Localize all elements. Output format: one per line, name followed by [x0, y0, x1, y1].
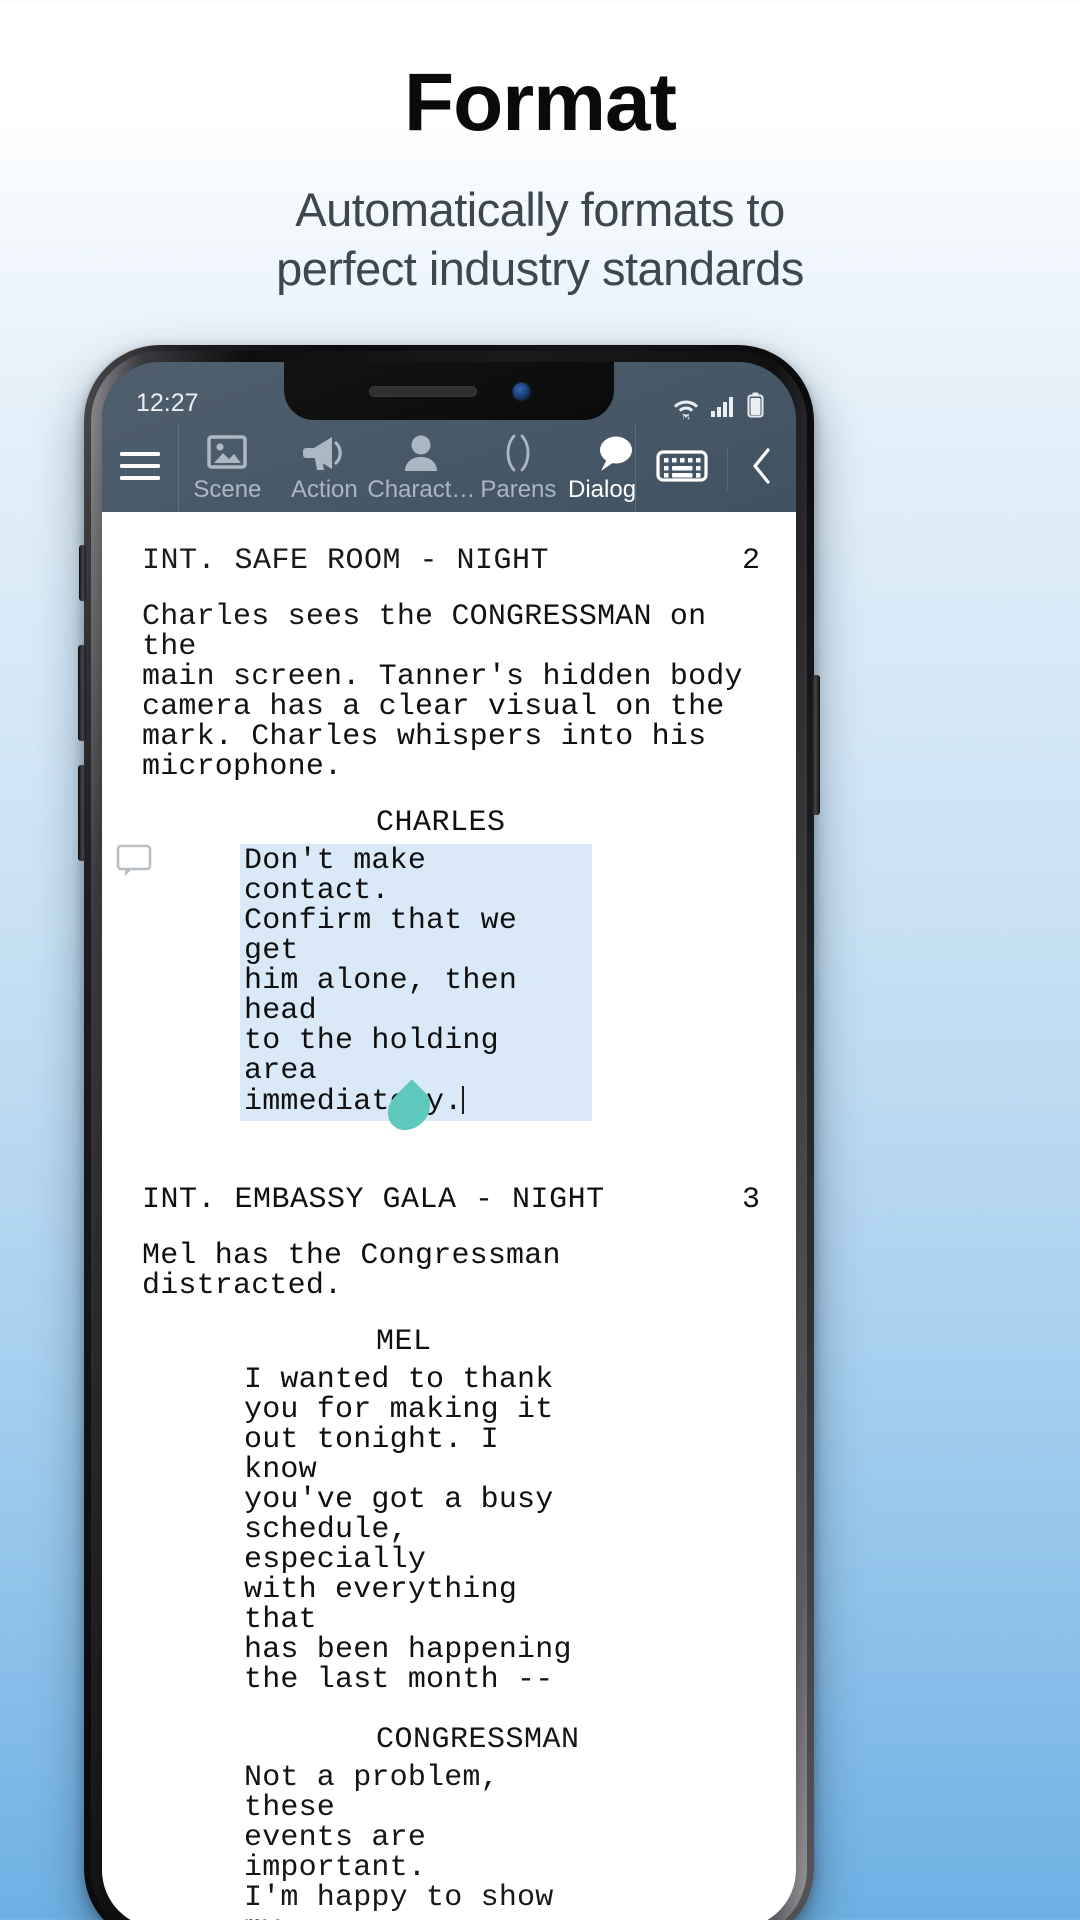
dialogue-text-congressman[interactable]: Not a problem, these events are importan… — [240, 1761, 592, 1920]
scene-heading-2: INT. EMBASSY GALA - NIGHT — [142, 1183, 605, 1217]
keyboard-icon — [655, 447, 708, 490]
keyboard-button[interactable] — [636, 446, 728, 490]
status-bar-clock: 12:27 — [136, 389, 199, 417]
dialogue-text-content: Don't make contact. Confirm that we get … — [244, 844, 518, 1119]
scene-number-2: 3 — [741, 1183, 760, 1217]
status-bar: 12:27 ↑↓ — [102, 362, 796, 424]
toolbar-item-scene-label: Scene — [193, 478, 262, 502]
editor-toolbar: Scene Action Charact… Parens Dialog — [102, 424, 796, 512]
battery-icon — [747, 392, 764, 418]
promo-subtitle-line-2: perfect industry standards — [276, 242, 804, 296]
action-paragraph-2[interactable]: Mel has the Congressman distracted. — [102, 1241, 796, 1301]
toolbar-item-dialogue[interactable]: Dialogue — [567, 424, 635, 512]
back-button[interactable] — [728, 446, 796, 491]
dialogue-text-selected[interactable]: Don't make contact. Confirm that we get … — [240, 844, 592, 1121]
dialogue-block-charles[interactable]: CHARLES Don't make contact. Confirm that… — [102, 806, 796, 1139]
dialogue-block-congressman[interactable]: CONGRESSMAN Not a problem, these events … — [102, 1725, 796, 1920]
person-icon — [402, 432, 440, 474]
promo-subtitle-line-1: Automatically formats to — [295, 183, 785, 236]
scene-heading: INT. SAFE ROOM - NIGHT — [142, 544, 550, 578]
scene-heading-row[interactable]: INT. SAFE ROOM - NIGHT 2 — [102, 546, 796, 576]
character-name-mel: MEL — [376, 1325, 432, 1359]
page-title: Format — [404, 57, 677, 148]
format-buttons-strip[interactable]: Scene Action Charact… Parens Dialog — [179, 424, 635, 512]
volume-down-button[interactable] — [78, 765, 86, 861]
dialogue-block-mel[interactable]: MEL I wanted to thank you for making it … — [102, 1327, 796, 1699]
parentheses-icon — [498, 432, 538, 474]
svg-text:↑↓: ↑↓ — [681, 411, 691, 420]
toolbar-item-dialogue-label: Dialogue — [568, 478, 635, 502]
scene-number: 2 — [741, 544, 760, 578]
toolbar-item-action-label: Action — [291, 478, 358, 502]
toolbar-item-action[interactable]: Action — [276, 424, 373, 512]
toolbar-item-parens-label: Parens — [480, 478, 557, 502]
action-paragraph[interactable]: Charles sees the CONGRESSMAN on the main… — [102, 602, 796, 782]
earpiece-speaker — [368, 385, 477, 397]
wifi-icon: ↑↓ — [673, 396, 699, 420]
speech-bubble-icon — [593, 432, 635, 474]
text-cursor — [462, 1086, 465, 1114]
cellular-signal-icon — [710, 394, 736, 418]
promo-header: Format Automatically formats to perfect … — [0, 0, 1080, 298]
screenplay-editor[interactable]: INT. SAFE ROOM - NIGHT 2 Charles sees th… — [102, 512, 796, 1920]
front-camera — [512, 382, 530, 400]
promo-subtitle: Automatically formats to perfect industr… — [0, 180, 1080, 298]
mute-switch[interactable] — [79, 545, 86, 601]
dialogue-text-mel[interactable]: I wanted to thank you for making it out … — [240, 1363, 592, 1699]
power-button[interactable] — [812, 675, 820, 815]
megaphone-icon — [302, 432, 346, 474]
toolbar-item-character[interactable]: Charact… — [367, 424, 475, 512]
character-name-congressman: CONGRESSMAN — [376, 1723, 580, 1757]
toolbar-item-scene[interactable]: Scene — [179, 424, 276, 512]
phone-screen: 12:27 ↑↓ Scene Action Charact… Parens Di… — [102, 362, 796, 1920]
hamburger-menu-icon — [117, 449, 163, 488]
comment-bubble-icon[interactable] — [116, 844, 154, 886]
phone-mockup: 12:27 ↑↓ Scene Action Charact… Parens Di… — [78, 345, 820, 1920]
scene-heading-row-2[interactable]: INT. EMBASSY GALA - NIGHT 3 — [102, 1185, 796, 1215]
volume-up-button[interactable] — [78, 645, 86, 741]
chevron-left-icon — [749, 446, 775, 491]
image-icon — [206, 432, 248, 474]
character-name: CHARLES — [376, 806, 506, 840]
menu-button[interactable] — [102, 424, 179, 512]
toolbar-item-character-label: Charact… — [367, 478, 476, 502]
toolbar-item-parens[interactable]: Parens — [470, 424, 567, 512]
phone-notch — [284, 362, 614, 420]
